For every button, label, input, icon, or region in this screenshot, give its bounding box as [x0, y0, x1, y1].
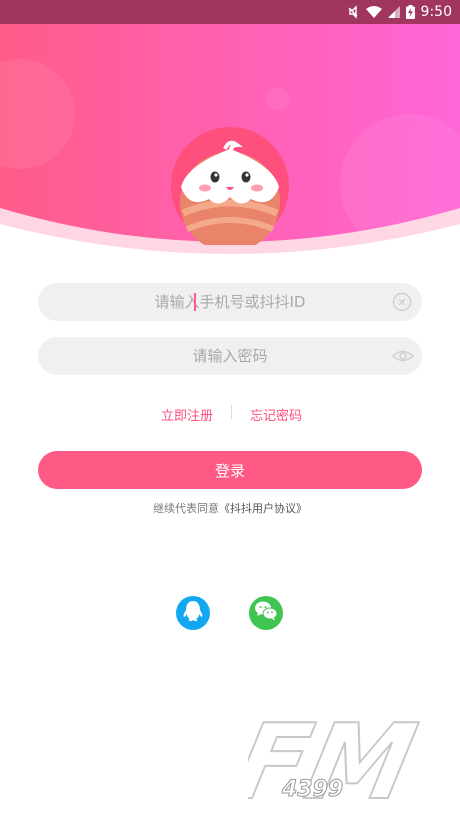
link-divider	[231, 405, 232, 419]
status-bar: 9:50	[0, 0, 460, 24]
qq-login-button[interactable]	[176, 596, 210, 630]
phone-id-field[interactable]	[38, 283, 422, 321]
watermark-number: 4399	[281, 777, 343, 802]
agreement-text: 继续代表同意《抖抖用户协议》	[0, 500, 460, 516]
user-agreement-link[interactable]: 《抖抖用户协议》	[219, 502, 307, 515]
agreement-prefix: 继续代表同意	[153, 502, 219, 515]
qq-icon	[182, 599, 204, 627]
clear-icon[interactable]	[392, 292, 412, 312]
wechat-icon	[254, 600, 278, 626]
signal-icon	[387, 6, 400, 18]
mascot-avatar	[171, 127, 289, 252]
battery-charging-icon	[405, 5, 415, 19]
fm4399-watermark: FM 4399	[224, 700, 428, 819]
text-cursor	[194, 293, 196, 311]
wifi-icon	[365, 6, 382, 18]
phone-id-input[interactable]	[78, 292, 382, 312]
mute-icon	[346, 5, 360, 19]
account-links: 立即注册 忘记密码	[0, 400, 460, 426]
status-time: 9:50	[420, 4, 452, 20]
wechat-login-button[interactable]	[249, 596, 283, 630]
register-link[interactable]: 立即注册	[161, 405, 213, 424]
password-input[interactable]	[78, 346, 382, 366]
login-button[interactable]: 登录	[38, 451, 422, 489]
eye-icon[interactable]	[391, 346, 415, 366]
login-button-label: 登录	[214, 461, 245, 480]
password-field[interactable]	[38, 337, 422, 375]
forgot-password-link[interactable]: 忘记密码	[250, 405, 302, 424]
